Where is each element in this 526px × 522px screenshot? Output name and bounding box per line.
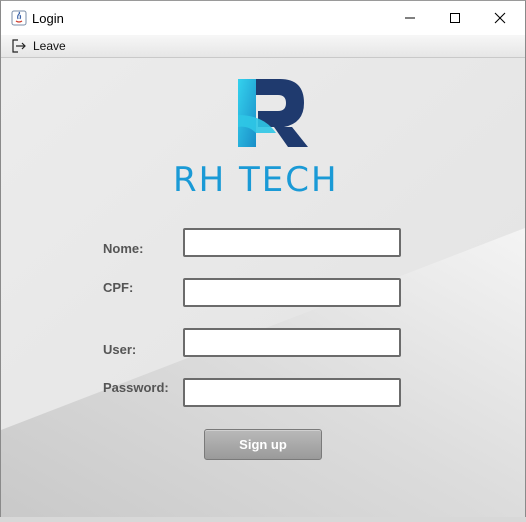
cpf-label: CPF: <box>103 280 134 295</box>
logo-text: RH TECH <box>173 160 339 200</box>
minimize-button[interactable] <box>387 1 433 35</box>
password-label: Password: <box>103 380 169 395</box>
user-input[interactable] <box>185 330 399 355</box>
java-app-icon <box>11 10 27 26</box>
close-icon <box>494 12 506 24</box>
nome-label: Nome: <box>103 241 144 256</box>
leave-label: Leave <box>33 39 66 53</box>
minimize-icon <box>405 17 415 19</box>
cpf-input[interactable] <box>185 280 399 305</box>
user-field[interactable] <box>183 328 401 357</box>
login-panel: RH TECH Nome: CPF: User: Password: Sign … <box>1 58 525 517</box>
maximize-button[interactable] <box>432 1 478 35</box>
password-input[interactable] <box>185 380 399 405</box>
user-label: User: <box>103 342 137 357</box>
background-taskbar-strip <box>0 517 526 522</box>
cpf-field[interactable] <box>183 278 401 307</box>
nome-field[interactable] <box>183 228 401 257</box>
login-window: Login Leave RH TECH Nome: CPF: User: Pas… <box>0 0 526 518</box>
sign-up-button[interactable]: Sign up <box>204 429 322 460</box>
window-title: Login <box>32 11 64 26</box>
leave-menu-item[interactable]: Leave <box>11 37 66 55</box>
maximize-icon <box>450 13 460 23</box>
menu-bar: Leave <box>1 35 525 58</box>
close-button[interactable] <box>477 1 523 35</box>
exit-icon <box>12 39 26 53</box>
title-bar[interactable]: Login <box>1 1 525 35</box>
password-field[interactable] <box>183 378 401 407</box>
nome-input[interactable] <box>185 230 399 255</box>
